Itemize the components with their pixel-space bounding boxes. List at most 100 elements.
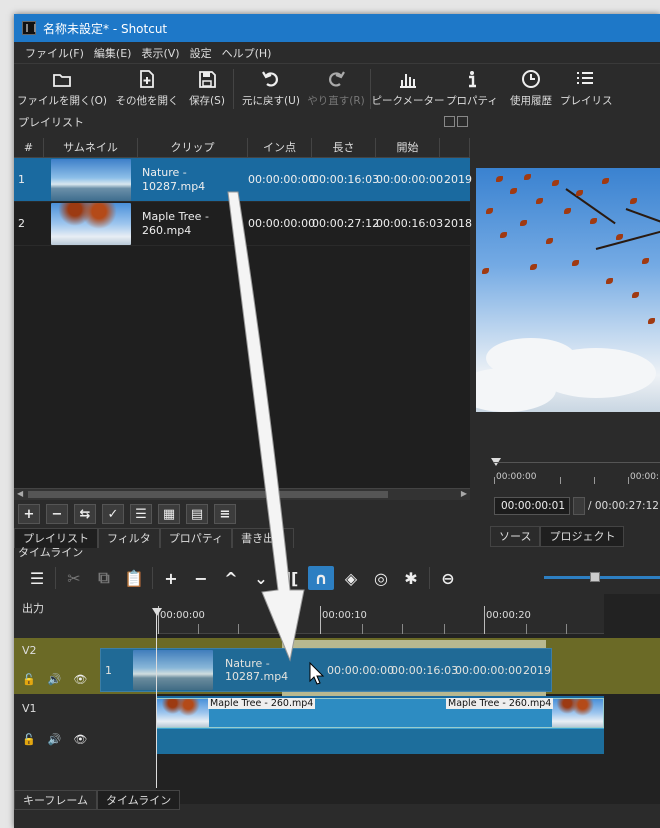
split-icon[interactable]: ][ [276,566,306,590]
zoom-slider[interactable] [544,576,660,579]
mute-icon[interactable]: 🔊 [48,733,62,746]
bottom-tabs: キーフレーム タイムライン [14,790,181,810]
tiles-view-icon[interactable]: ▦ [158,504,180,524]
v1-clip-thumbnail [157,699,209,727]
menu-edit[interactable]: 編集(E) [89,45,137,61]
cut-icon[interactable]: ✂ [59,566,89,590]
zoom-out-icon[interactable]: ⊖ [433,566,463,590]
mute-icon[interactable]: 🔊 [48,673,62,686]
tab-properties[interactable]: プロパティ [159,528,233,548]
scrollbar-thumb[interactable] [28,491,388,498]
undo-icon [262,71,278,87]
icons-view-icon[interactable]: ▤ [186,504,208,524]
peak-meter-button[interactable]: ピークメーター [371,64,445,114]
lift-icon[interactable]: ^ [216,566,246,590]
menu-icon[interactable]: ☰ [22,566,52,590]
scrub-icon[interactable]: ◈ [336,566,366,590]
tab-timeline[interactable]: タイムライン [97,790,181,810]
copy-icon[interactable]: ⧉ [89,566,119,590]
open-file-button[interactable]: ファイルを開く(O) [14,64,110,114]
save-button[interactable]: 保存(S) [184,64,230,114]
check-icon[interactable]: ✓ [102,504,124,524]
player-ruler[interactable]: 00:00:00 00:00:1 [494,462,660,484]
row-date: 2019 [444,173,472,186]
col-date[interactable] [440,138,470,157]
col-thumbnail[interactable]: サムネイル [44,138,138,157]
timeline-playhead[interactable] [156,608,157,788]
append-icon[interactable]: + [156,566,186,590]
lock-icon[interactable]: 🔓 [22,673,36,686]
tab-export[interactable]: 書き出し [232,528,295,548]
remove-icon[interactable]: − [46,504,68,524]
leaf-shape [632,292,639,298]
undo-button[interactable]: 元に戻す(U) [237,64,305,114]
ruler-label: 00:00:00 [496,472,537,482]
leaf-shape [648,318,655,324]
drop-indicator [282,640,546,648]
ruler-tick [198,624,199,634]
col-in[interactable]: イン点 [248,138,312,157]
paste-icon[interactable]: 📋 [119,566,149,590]
tab-filters[interactable]: フィルタ [98,528,160,548]
track-header-v1[interactable]: V1 🔓 🔊 👁 [14,696,156,754]
leaf-shape [564,208,571,214]
timecode-spinner[interactable] [573,497,585,515]
v1-audio-waveform [156,728,604,754]
leaf-shape [510,188,517,194]
history-button[interactable]: 使用履歴 [502,64,560,114]
playlist-table: # サムネイル クリップ イン点 長さ 開始 1 Nature - 10287.… [14,138,472,488]
row-start: 00:00:00:00 [376,173,444,186]
col-start[interactable]: 開始 [376,138,440,157]
update-icon[interactable]: ⇆ [74,504,96,524]
col-clip[interactable]: クリップ [138,138,248,157]
eye-icon[interactable]: 👁 [73,673,87,686]
details-view-icon[interactable]: ☰ [130,504,152,524]
menu-icon[interactable]: ≡ [214,504,236,524]
tab-project[interactable]: プロジェクト [540,526,625,547]
ripple-all-icon[interactable]: ✱ [396,566,426,590]
tracks-area[interactable]: 00:00:00 00:00:10 00:00:20 Maple Tree - … [100,594,660,804]
menu-help[interactable]: ヘルプ(H) [217,45,277,61]
ruler-label: 00:00:1 [630,472,660,482]
playlist-row[interactable]: 2 Maple Tree - 260.mp4 00:00:00:00 00:00… [14,202,472,246]
overwrite-icon[interactable]: ⌄ [246,566,276,590]
menu-file[interactable]: ファイル(F) [20,45,89,61]
col-num[interactable]: # [14,138,44,157]
close-icon[interactable] [457,116,468,127]
open-other-button[interactable]: その他を開く [110,64,184,114]
redo-button[interactable]: やり直す(R) [305,64,367,114]
toolbar-separator [152,567,153,589]
scroll-left-icon[interactable]: ◀ [17,489,23,498]
tab-keyframes[interactable]: キーフレーム [14,790,98,810]
drag-num: 1 [105,663,112,677]
playlist-row[interactable]: 1 Nature - 10287.mp4 00:00:00:00 00:00:1… [14,158,472,202]
playlist-button[interactable]: プレイリス [560,64,614,114]
menu-settings[interactable]: 設定 [185,45,217,61]
timeline-ruler[interactable]: 00:00:00 00:00:10 00:00:20 [156,594,604,634]
float-icon[interactable] [444,116,455,127]
properties-button[interactable]: プロパティ [442,64,502,114]
scroll-right-icon[interactable]: ▶ [461,489,467,498]
leaf-shape [496,176,503,182]
col-duration[interactable]: 長さ [312,138,376,157]
nature-thumbnail [51,158,131,201]
add-icon[interactable]: + [18,504,40,524]
timecode-input[interactable]: 00:00:00:01 [494,497,570,515]
dragged-playlist-row[interactable]: 1 Nature - 10287.mp4 00:00:00:00 00:00:1… [100,648,552,692]
eye-icon[interactable]: 👁 [73,733,87,746]
ruler-tick [628,477,629,484]
remove-icon[interactable]: − [186,566,216,590]
lock-icon[interactable]: 🔓 [22,733,36,746]
snap-icon[interactable]: ∩ [308,566,334,590]
menu-view[interactable]: 表示(V) [136,45,184,61]
video-preview[interactable] [476,168,660,412]
ruler-tick [560,477,561,484]
ripple-icon[interactable]: ◎ [366,566,396,590]
timeline-playhead-handle[interactable] [152,608,162,616]
output-track-header[interactable]: 出力 [14,594,156,634]
tab-source[interactable]: ソース [490,526,541,547]
toolbar-separator [429,567,430,589]
zoom-slider-knob[interactable] [590,572,600,582]
drag-date: 2019 [523,663,551,677]
playlist-scrollbar[interactable]: ◀ ▶ [14,488,470,500]
